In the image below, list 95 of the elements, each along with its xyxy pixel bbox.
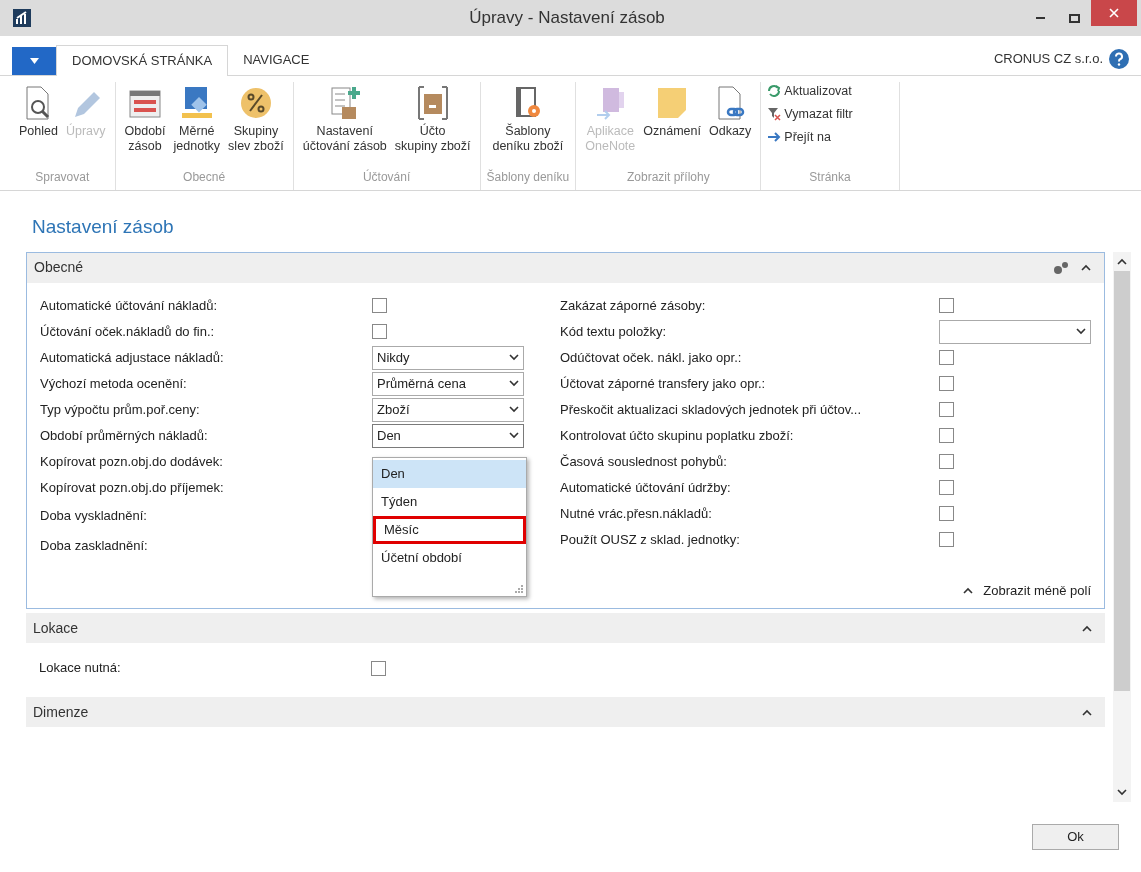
company-name: CRONUS CZ s.r.o.: [993, 50, 1103, 69]
chevron-down-icon: [509, 432, 519, 439]
collapse-icon: [963, 586, 974, 594]
box-icon: [415, 85, 450, 121]
field-label: Nutné vrác.přesn.nákladů:: [560, 504, 713, 523]
show-fewer-fields-link[interactable]: Zobrazit méně polí: [963, 580, 1091, 600]
field-label: Typ výpočtu prům.poř.ceny:: [40, 400, 201, 419]
field-label: Automatické účtování nákladů:: [40, 296, 219, 315]
section-header[interactable]: Dimenze: [26, 697, 1105, 727]
ribbon-group-label: Účtování: [362, 168, 411, 186]
ribbon-button[interactable]: Měrné jednotky: [170, 82, 224, 168]
ribbon-small-button[interactable]: Aktualizovat: [767, 82, 853, 101]
window-title: Úpravy - Nastavení zásob: [469, 7, 665, 30]
ribbon-group-label: Zobrazit přílohy: [626, 169, 710, 186]
checkbox[interactable]: [939, 376, 954, 391]
field-label: Kontrolovat účto skupinu poplatku zboží:: [560, 426, 795, 445]
field-label: Kopírovat pozn.obj.do dodávek:: [40, 452, 224, 471]
field-label: Časová souslednost pohybů:: [560, 452, 728, 471]
field-label: Doba zaskladnění:: [40, 536, 149, 555]
dropdown-option[interactable]: Měsíc: [373, 515, 526, 544]
ribbon-small-button[interactable]: Vymazat filtr: [767, 104, 853, 124]
checkbox[interactable]: [939, 454, 954, 469]
ribbon-small-button[interactable]: Přejít na: [767, 127, 853, 147]
ribbon-button[interactable]: Nastavení účtování zásob: [299, 82, 390, 168]
ribbon-tab[interactable]: NAVIGACE: [228, 45, 325, 75]
checkbox[interactable]: [371, 660, 386, 676]
checkbox[interactable]: [939, 350, 954, 365]
checkbox[interactable]: [939, 506, 954, 521]
field-label: Období průměrných nákladů:: [40, 426, 209, 445]
ribbon-tab[interactable]: DOMOVSKÁ STRÁNKA: [56, 45, 229, 76]
caret-icon: [29, 58, 39, 64]
dropdown-option[interactable]: Týden: [373, 487, 526, 516]
field-label: Kopírovat pozn.obj.do příjemek:: [40, 478, 225, 497]
chevron-down-icon: [1076, 328, 1086, 335]
dropdown-field[interactable]: Nikdy: [372, 345, 524, 370]
checkbox[interactable]: [939, 298, 954, 313]
dropdown-option[interactable]: Den: [373, 459, 526, 488]
close-icon: [1109, 8, 1119, 18]
ribbon-button[interactable]: Pohled: [16, 82, 61, 168]
filter-clear-icon: [767, 107, 782, 122]
ribbon-group-label: Obecné: [183, 169, 226, 186]
field-label: Odúčtovat oček. nákl. jako opr.:: [560, 348, 743, 367]
dropdown-field[interactable]: Zboží: [372, 397, 524, 422]
ribbon-button[interactable]: Oznámení: [640, 82, 704, 168]
chevron-down-icon: [509, 354, 519, 361]
field-label: Zakázat záporné zásoby:: [560, 296, 707, 315]
collapse-icon: [1081, 264, 1091, 271]
percent-icon: [238, 85, 273, 121]
help-icon[interactable]: [1109, 49, 1129, 69]
chevron-down-icon: [509, 406, 519, 413]
ribbon-button[interactable]: Účto skupiny zboží: [391, 82, 474, 168]
scrollbar[interactable]: [1113, 251, 1131, 802]
page-title: Nastavení zásob: [31, 215, 175, 239]
field-label: Účtovat záporné transfery jako opr.:: [560, 374, 767, 393]
field-label: Použít OUSZ z sklad. jednotky:: [560, 530, 741, 549]
field-label: Výchozí metoda ocenění:: [40, 374, 188, 393]
collapse-icon: [1082, 624, 1092, 632]
collapse-icon: [1117, 257, 1127, 265]
ok-button[interactable]: Ok: [1032, 823, 1119, 850]
checkbox[interactable]: [939, 532, 954, 547]
dropdown-field[interactable]: Průměrná cena: [372, 371, 524, 396]
arrow-right-icon: [767, 129, 782, 144]
chevron-down-icon: [509, 380, 519, 387]
app-logo-icon: [13, 9, 31, 27]
field-label: Lokace nutná:: [39, 659, 122, 678]
dropdown-option[interactable]: Účetní období: [373, 543, 526, 572]
ribbon-group-label: Stránka: [809, 169, 851, 186]
checkbox[interactable]: [372, 324, 387, 339]
field-label: Automatické účtování údržby:: [560, 478, 732, 497]
field-label: Doba vyskladnění:: [40, 506, 148, 525]
field-label: Přeskočit aktualizaci skladových jednotek při účtov...: [560, 400, 863, 419]
ribbon-button[interactable]: Skupiny slev zboží: [225, 82, 287, 168]
ruler-shape-icon: [179, 85, 214, 121]
chevron-down-icon: [1117, 788, 1127, 796]
ribbon-button[interactable]: Období zásob: [121, 82, 169, 168]
checkbox[interactable]: [939, 402, 954, 417]
collapse-icon: [1082, 708, 1092, 716]
ribbon-group-label: Spravovat: [35, 169, 90, 186]
dropdown-field[interactable]: [939, 319, 1091, 344]
refresh-icon: [767, 84, 782, 99]
field-label: Automatická adjustace nákladů:: [40, 348, 225, 367]
checkbox[interactable]: [939, 480, 954, 495]
field-label: Kód textu položky:: [560, 322, 668, 341]
checkbox[interactable]: [372, 298, 387, 313]
app-menu-button[interactable]: [12, 47, 56, 75]
section-header[interactable]: Obecné: [27, 252, 1104, 283]
ribbon-group-label: Šablony deníku: [486, 168, 570, 186]
section-header[interactable]: Lokace: [26, 613, 1105, 643]
resize-grip-icon: [515, 584, 523, 593]
ribbon-button[interactable]: Odkazy: [705, 82, 755, 168]
checkbox[interactable]: [939, 428, 954, 443]
gears-icon: [1053, 260, 1069, 275]
ribbon-button[interactable]: Šablony deníku zboží: [489, 82, 567, 168]
dropdown-field[interactable]: Den: [372, 423, 524, 448]
field-label: Účtování oček.nákladů do fin.:: [40, 322, 216, 341]
